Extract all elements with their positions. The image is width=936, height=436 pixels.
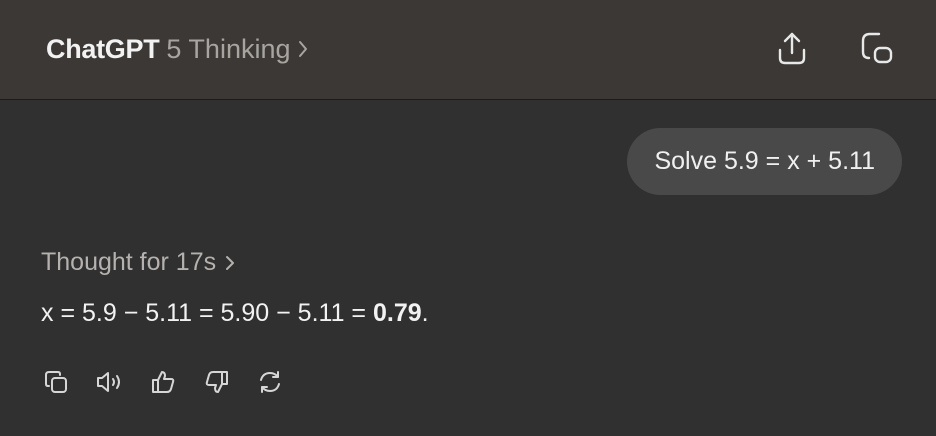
thought-summary-toggle[interactable]: Thought for 17s bbox=[41, 248, 235, 277]
copy-button[interactable] bbox=[40, 366, 72, 398]
user-message-text: Solve 5.9 = x + 5.11 bbox=[654, 147, 875, 175]
regenerate-button[interactable] bbox=[254, 366, 286, 398]
thought-label: Thought for 17s bbox=[41, 248, 217, 276]
brand-name: ChatGPT bbox=[46, 33, 160, 64]
chevron-right-icon bbox=[225, 254, 235, 272]
chevron-right-icon bbox=[297, 39, 309, 59]
chat-window: ChatGPT 5 Thinking Solve 5.9 = x + 5.11 … bbox=[0, 0, 936, 436]
answer-result: 0.79 bbox=[372, 299, 422, 327]
top-bar: ChatGPT 5 Thinking bbox=[0, 0, 936, 100]
good-response-button[interactable] bbox=[147, 366, 179, 398]
share-button[interactable] bbox=[772, 28, 812, 68]
speaker-icon bbox=[95, 369, 125, 395]
read-aloud-button[interactable] bbox=[94, 366, 126, 398]
share-icon bbox=[775, 30, 809, 66]
user-message-bubble: Solve 5.9 = x + 5.11 bbox=[627, 128, 902, 195]
new-chat-icon bbox=[859, 30, 895, 66]
new-chat-button[interactable] bbox=[857, 28, 897, 68]
thumbs-up-icon bbox=[150, 369, 176, 395]
answer-text: x = 5.9 − 5.11 = 5.90 − 5.11 = bbox=[41, 299, 373, 327]
copy-icon bbox=[43, 369, 69, 395]
model-switcher[interactable]: ChatGPT 5 Thinking bbox=[46, 29, 309, 69]
bad-response-button[interactable] bbox=[201, 366, 233, 398]
thumbs-down-icon bbox=[204, 369, 230, 395]
assistant-answer: x = 5.9 − 5.11 = 5.90 − 5.11 = 0.79. bbox=[41, 299, 429, 328]
model-name: 5 Thinking bbox=[166, 33, 291, 64]
answer-suffix: . bbox=[421, 299, 429, 327]
message-actions bbox=[40, 366, 308, 398]
regenerate-icon bbox=[257, 369, 283, 395]
